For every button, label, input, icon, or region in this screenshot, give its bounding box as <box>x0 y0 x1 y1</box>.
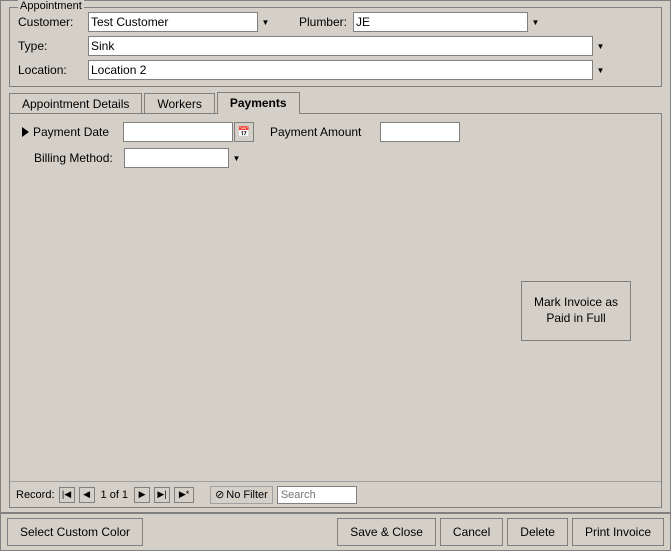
payment-date-label: Payment Date <box>33 125 123 139</box>
main-window: Appointment Customer: ▼ Plumber: ▼ Type:… <box>0 0 671 551</box>
payment-date-input[interactable] <box>123 122 233 142</box>
group-box-legend: Appointment <box>18 0 84 12</box>
plumber-input[interactable] <box>353 12 543 32</box>
customer-input[interactable] <box>88 12 273 32</box>
tab-appointment-details[interactable]: Appointment Details <box>9 93 142 114</box>
nav-first-button[interactable]: |◀ <box>59 487 75 503</box>
customer-row: Customer: ▼ Plumber: ▼ <box>18 12 653 32</box>
row-indicator <box>18 127 33 137</box>
filter-button[interactable]: ⊘ No Filter <box>210 486 273 504</box>
tab-inner: Payment Date 📅 Payment Amount Billing Me… <box>10 114 661 182</box>
location-row: Location: ▼ <box>18 60 653 80</box>
customer-select-wrapper: ▼ <box>88 12 273 32</box>
filter-label: No Filter <box>226 489 268 501</box>
location-select-wrapper: ▼ <box>88 60 608 80</box>
print-invoice-button[interactable]: Print Invoice <box>572 518 664 546</box>
filter-icon: ⊘ <box>215 488 224 501</box>
record-info: 1 of 1 <box>101 489 129 501</box>
search-input[interactable] <box>277 486 357 504</box>
type-label: Type: <box>18 39 88 53</box>
billing-method-select-wrapper: ▼ <box>124 148 244 168</box>
nav-next-button[interactable]: ▶ <box>134 487 150 503</box>
payment-date-row: Payment Date 📅 Payment Amount <box>18 122 653 142</box>
appointment-group: Appointment Customer: ▼ Plumber: ▼ Type:… <box>9 7 662 87</box>
tab-payments[interactable]: Payments <box>217 92 300 114</box>
cancel-button[interactable]: Cancel <box>440 518 503 546</box>
nav-prev-button[interactable]: ◀ <box>79 487 95 503</box>
nav-new-button[interactable]: ▶* <box>174 487 194 503</box>
payment-amount-label: Payment Amount <box>270 125 380 139</box>
billing-method-input[interactable] <box>124 148 244 168</box>
plumber-label: Plumber: <box>293 15 353 29</box>
mark-invoice-paid-button[interactable]: Mark Invoice as Paid in Full <box>521 281 631 341</box>
tab-content-payments: Payment Date 📅 Payment Amount Billing Me… <box>9 113 662 508</box>
type-select-wrapper: ▼ <box>88 36 608 56</box>
record-navigation: Record: |◀ ◀ 1 of 1 ▶ ▶| ▶* ⊘ No Filter <box>10 481 661 507</box>
delete-button[interactable]: Delete <box>507 518 568 546</box>
record-label: Record: <box>16 489 55 501</box>
location-input[interactable] <box>88 60 608 80</box>
tab-workers[interactable]: Workers <box>144 93 214 114</box>
type-input[interactable] <box>88 36 608 56</box>
customer-label: Customer: <box>18 15 88 29</box>
nav-last-button[interactable]: ▶| <box>154 487 170 503</box>
calendar-button[interactable]: 📅 <box>234 122 254 142</box>
bottom-bar: Select Custom Color Save & Close Cancel … <box>1 512 670 550</box>
select-custom-color-button[interactable]: Select Custom Color <box>7 518 143 546</box>
plumber-select-wrapper: ▼ <box>353 12 543 32</box>
tabs-container: Appointment Details Workers Payments <box>9 91 662 113</box>
type-row: Type: ▼ <box>18 36 653 56</box>
location-label: Location: <box>18 63 88 77</box>
row-arrow-icon <box>22 127 29 137</box>
payment-amount-input[interactable] <box>380 122 460 142</box>
billing-method-label: Billing Method: <box>34 151 124 165</box>
save-close-button[interactable]: Save & Close <box>337 518 436 546</box>
billing-method-row: Billing Method: ▼ <box>18 148 653 168</box>
